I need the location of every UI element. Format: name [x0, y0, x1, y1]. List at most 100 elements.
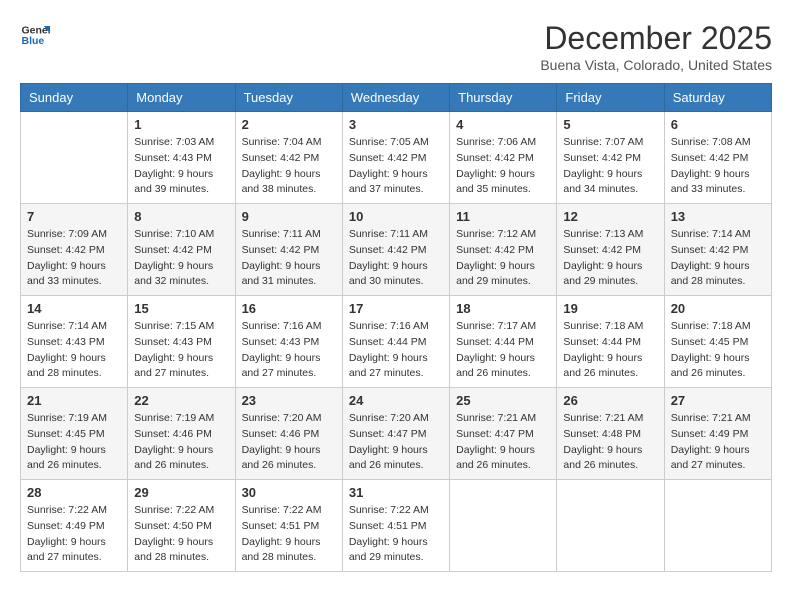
month-title: December 2025 — [540, 20, 772, 57]
day-info: Sunrise: 7:09 AMSunset: 4:42 PMDaylight:… — [27, 227, 121, 290]
day-info: Sunrise: 7:21 AMSunset: 4:47 PMDaylight:… — [456, 411, 550, 474]
day-number: 25 — [456, 393, 550, 408]
day-info: Sunrise: 7:17 AMSunset: 4:44 PMDaylight:… — [456, 319, 550, 382]
day-number: 17 — [349, 301, 443, 316]
day-number: 7 — [27, 209, 121, 224]
page-header: General Blue December 2025 Buena Vista, … — [20, 20, 772, 73]
day-info: Sunrise: 7:04 AMSunset: 4:42 PMDaylight:… — [242, 135, 336, 198]
col-monday: Monday — [128, 84, 235, 112]
table-row: 27Sunrise: 7:21 AMSunset: 4:49 PMDayligh… — [664, 388, 771, 480]
table-row — [450, 480, 557, 572]
day-info: Sunrise: 7:03 AMSunset: 4:43 PMDaylight:… — [134, 135, 228, 198]
day-info: Sunrise: 7:05 AMSunset: 4:42 PMDaylight:… — [349, 135, 443, 198]
table-row: 31 Sunrise: 7:22 AMSunset: 4:51 PMDayligh… — [342, 480, 449, 572]
table-row: 25 Sunrise: 7:21 AMSunset: 4:47 PMDayligh… — [450, 388, 557, 480]
day-info: Sunrise: 7:22 AMSunset: 4:51 PMDaylight:… — [349, 503, 443, 566]
table-row: 22 Sunrise: 7:19 AMSunset: 4:46 PMDayligh… — [128, 388, 235, 480]
day-info: Sunrise: 7:16 AMSunset: 4:44 PMDaylight:… — [349, 319, 443, 382]
table-row: 9 Sunrise: 7:11 AMSunset: 4:42 PMDaylight… — [235, 204, 342, 296]
table-row: 5Sunrise: 7:07 AMSunset: 4:42 PMDaylight… — [557, 112, 664, 204]
day-info: Sunrise: 7:14 AMSunset: 4:42 PMDaylight:… — [671, 227, 765, 290]
table-row: 13 Sunrise: 7:14 AMSunset: 4:42 PMDayligh… — [664, 204, 771, 296]
calendar-week-row: 21Sunrise: 7:19 AMSunset: 4:45 PMDayligh… — [21, 388, 772, 480]
col-wednesday: Wednesday — [342, 84, 449, 112]
day-number: 13 — [671, 209, 765, 224]
col-saturday: Saturday — [664, 84, 771, 112]
day-number: 31 — [349, 485, 443, 500]
day-info: Sunrise: 7:10 AMSunset: 4:42 PMDaylight:… — [134, 227, 228, 290]
table-row: 11Sunrise: 7:12 AMSunset: 4:42 PMDayligh… — [450, 204, 557, 296]
title-area: December 2025 Buena Vista, Colorado, Uni… — [540, 20, 772, 73]
calendar-week-row: 7 Sunrise: 7:09 AMSunset: 4:42 PMDaylight… — [21, 204, 772, 296]
day-number: 4 — [456, 117, 550, 132]
day-number: 1 — [134, 117, 228, 132]
table-row: 1 Sunrise: 7:03 AMSunset: 4:43 PMDaylight… — [128, 112, 235, 204]
day-number: 2 — [242, 117, 336, 132]
day-number: 21 — [27, 393, 121, 408]
calendar-week-row: 28 Sunrise: 7:22 AMSunset: 4:49 PMDayligh… — [21, 480, 772, 572]
day-info: Sunrise: 7:21 AMSunset: 4:48 PMDaylight:… — [563, 411, 657, 474]
day-number: 10 — [349, 209, 443, 224]
table-row: 2 Sunrise: 7:04 AMSunset: 4:42 PMDaylight… — [235, 112, 342, 204]
day-number: 9 — [242, 209, 336, 224]
day-info: Sunrise: 7:22 AMSunset: 4:49 PMDaylight:… — [27, 503, 121, 566]
day-info: Sunrise: 7:21 AMSunset: 4:49 PMDaylight:… — [671, 411, 765, 474]
day-number: 19 — [563, 301, 657, 316]
day-number: 20 — [671, 301, 765, 316]
table-row: 29Sunrise: 7:22 AMSunset: 4:50 PMDayligh… — [128, 480, 235, 572]
day-number: 28 — [27, 485, 121, 500]
table-row: 26 Sunrise: 7:21 AMSunset: 4:48 PMDayligh… — [557, 388, 664, 480]
table-row: 18 Sunrise: 7:17 AMSunset: 4:44 PMDayligh… — [450, 296, 557, 388]
table-row: 3 Sunrise: 7:05 AMSunset: 4:42 PMDaylight… — [342, 112, 449, 204]
day-info: Sunrise: 7:14 AMSunset: 4:43 PMDaylight:… — [27, 319, 121, 382]
table-row: 14 Sunrise: 7:14 AMSunset: 4:43 PMDayligh… — [21, 296, 128, 388]
day-info: Sunrise: 7:06 AMSunset: 4:42 PMDaylight:… — [456, 135, 550, 198]
table-row: 12Sunrise: 7:13 AMSunset: 4:42 PMDayligh… — [557, 204, 664, 296]
col-friday: Friday — [557, 84, 664, 112]
table-row — [664, 480, 771, 572]
day-info: Sunrise: 7:20 AMSunset: 4:47 PMDaylight:… — [349, 411, 443, 474]
day-number: 14 — [27, 301, 121, 316]
day-info: Sunrise: 7:16 AMSunset: 4:43 PMDaylight:… — [242, 319, 336, 382]
day-number: 16 — [242, 301, 336, 316]
day-number: 3 — [349, 117, 443, 132]
table-row: 17 Sunrise: 7:16 AMSunset: 4:44 PMDayligh… — [342, 296, 449, 388]
table-row: 30Sunrise: 7:22 AMSunset: 4:51 PMDayligh… — [235, 480, 342, 572]
table-row: 7 Sunrise: 7:09 AMSunset: 4:42 PMDaylight… — [21, 204, 128, 296]
logo-icon: General Blue — [20, 20, 50, 50]
day-number: 18 — [456, 301, 550, 316]
day-info: Sunrise: 7:15 AMSunset: 4:43 PMDaylight:… — [134, 319, 228, 382]
table-row: 6Sunrise: 7:08 AMSunset: 4:42 PMDaylight… — [664, 112, 771, 204]
day-info: Sunrise: 7:19 AMSunset: 4:46 PMDaylight:… — [134, 411, 228, 474]
col-sunday: Sunday — [21, 84, 128, 112]
table-row: 23 Sunrise: 7:20 AMSunset: 4:46 PMDayligh… — [235, 388, 342, 480]
day-number: 29 — [134, 485, 228, 500]
table-row: 24Sunrise: 7:20 AMSunset: 4:47 PMDayligh… — [342, 388, 449, 480]
day-number: 22 — [134, 393, 228, 408]
calendar-week-row: 14 Sunrise: 7:14 AMSunset: 4:43 PMDayligh… — [21, 296, 772, 388]
day-info: Sunrise: 7:18 AMSunset: 4:44 PMDaylight:… — [563, 319, 657, 382]
day-number: 15 — [134, 301, 228, 316]
day-number: 23 — [242, 393, 336, 408]
day-info: Sunrise: 7:18 AMSunset: 4:45 PMDaylight:… — [671, 319, 765, 382]
day-number: 6 — [671, 117, 765, 132]
day-info: Sunrise: 7:07 AMSunset: 4:42 PMDaylight:… — [563, 135, 657, 198]
calendar-week-row: 1 Sunrise: 7:03 AMSunset: 4:43 PMDaylight… — [21, 112, 772, 204]
col-thursday: Thursday — [450, 84, 557, 112]
table-row: 16 Sunrise: 7:16 AMSunset: 4:43 PMDayligh… — [235, 296, 342, 388]
table-row: 21Sunrise: 7:19 AMSunset: 4:45 PMDayligh… — [21, 388, 128, 480]
day-number: 12 — [563, 209, 657, 224]
location: Buena Vista, Colorado, United States — [540, 57, 772, 73]
table-row: 8 Sunrise: 7:10 AMSunset: 4:42 PMDaylight… — [128, 204, 235, 296]
svg-text:Blue: Blue — [22, 35, 45, 47]
table-row: 4 Sunrise: 7:06 AMSunset: 4:42 PMDaylight… — [450, 112, 557, 204]
col-tuesday: Tuesday — [235, 84, 342, 112]
day-number: 30 — [242, 485, 336, 500]
table-row: 15 Sunrise: 7:15 AMSunset: 4:43 PMDayligh… — [128, 296, 235, 388]
day-info: Sunrise: 7:11 AMSunset: 4:42 PMDaylight:… — [242, 227, 336, 290]
table-row: 19 Sunrise: 7:18 AMSunset: 4:44 PMDayligh… — [557, 296, 664, 388]
day-info: Sunrise: 7:12 AMSunset: 4:42 PMDaylight:… — [456, 227, 550, 290]
day-info: Sunrise: 7:20 AMSunset: 4:46 PMDaylight:… — [242, 411, 336, 474]
day-number: 8 — [134, 209, 228, 224]
day-number: 26 — [563, 393, 657, 408]
